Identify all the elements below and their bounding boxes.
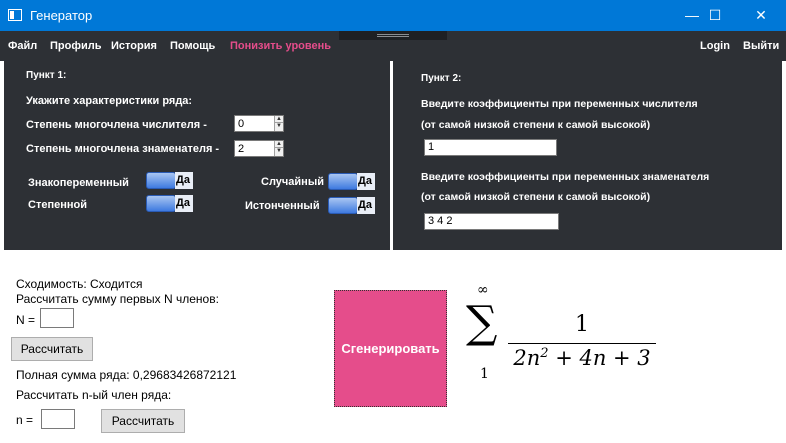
calculate-sum-button[interactable]: Рассчитать xyxy=(11,337,93,361)
section1-subheading: Укажите характеристики ряда: xyxy=(26,95,193,107)
title-bar: Генератор — ☐ ✕ xyxy=(0,0,786,31)
toggle-knob xyxy=(146,172,176,189)
maximize-button[interactable]: ☐ xyxy=(692,0,738,31)
numerator-coefficients-input[interactable]: 1 xyxy=(424,139,557,156)
menu-bar: Файл Профиль История Помощь Понизить уро… xyxy=(0,31,786,61)
drag-grip[interactable] xyxy=(339,31,447,40)
alternating-toggle-text: Да xyxy=(175,172,193,189)
power-toggle-text: Да xyxy=(175,195,193,212)
power-toggle[interactable]: Да xyxy=(146,195,193,212)
random-toggle-text: Да xyxy=(357,173,375,190)
alternating-toggle[interactable]: Да xyxy=(146,172,193,189)
stepper-down-icon[interactable]: ▼ xyxy=(275,148,283,155)
thinned-toggle[interactable]: Да xyxy=(328,197,375,214)
frame-right xyxy=(782,61,786,250)
section2-heading: Пункт 2: xyxy=(421,73,462,84)
toggle-knob xyxy=(146,195,176,212)
stepper-down-icon[interactable]: ▼ xyxy=(275,123,283,130)
menu-profile[interactable]: Профиль xyxy=(50,40,101,52)
stepper-up-icon[interactable]: ▲ xyxy=(275,116,283,123)
fraction-bar xyxy=(508,343,656,344)
convergence-status: Сходимость: Сходится xyxy=(16,277,143,291)
denominator-prompt: Введите коэффициенты при переменных знам… xyxy=(421,171,710,183)
nth-term-label: Рассчитать n-ый член ряда: xyxy=(16,388,172,402)
denominator-coefficients-input[interactable]: 3 4 2 xyxy=(424,213,559,230)
menu-lower-level[interactable]: Понизить уровень xyxy=(230,40,331,52)
den-exponent: 2 xyxy=(540,346,549,361)
full-sum: Полная сумма ряда: 0,29683426872121 xyxy=(16,368,237,382)
thinned-label: Истонченный xyxy=(245,200,320,212)
sum-first-n-label: Рассчитать сумму первых N членов: xyxy=(16,292,219,306)
stepper-up-icon[interactable]: ▲ xyxy=(275,141,283,148)
calculate-term-button[interactable]: Рассчитать xyxy=(101,409,185,433)
denominator-degree-stepper[interactable]: 2 ▲ ▼ xyxy=(234,140,284,157)
numerator-degree-label: Степень многочлена числителя - xyxy=(26,119,207,131)
toggle-knob xyxy=(328,173,358,190)
alternating-label: Знакопеременный xyxy=(28,177,129,189)
order-hint-1: (от самой низкой степени к самой высокой… xyxy=(421,119,651,131)
den-part1: 2n xyxy=(513,346,541,370)
close-button[interactable]: ✕ xyxy=(738,0,784,31)
menu-history[interactable]: История xyxy=(111,40,157,52)
den-part2: + 4n + 3 xyxy=(548,346,651,370)
numerator-prompt: Введите коэффициенты при переменных числ… xyxy=(421,98,698,110)
section1-heading: Пункт 1: xyxy=(26,70,67,81)
denominator-degree-value: 2 xyxy=(238,143,245,155)
menu-file[interactable]: Файл xyxy=(8,40,37,52)
menu-login[interactable]: Login xyxy=(700,40,730,52)
numerator-degree-stepper[interactable]: 0 ▲ ▼ xyxy=(234,115,284,132)
sigma-symbol: ∑ xyxy=(466,297,498,348)
menu-exit[interactable]: Выйти xyxy=(743,40,779,52)
thinned-toggle-text: Да xyxy=(357,197,375,214)
random-toggle[interactable]: Да xyxy=(328,173,375,190)
power-label: Степенной xyxy=(28,199,87,211)
menu-help[interactable]: Помощь xyxy=(170,40,215,52)
series-formula: ∞ ∑ 1 1 2n2 + 4n + 3 xyxy=(460,280,660,390)
section1-panel xyxy=(4,61,390,250)
n-lower-label: n = xyxy=(16,413,34,427)
formula-numerator: 1 xyxy=(575,312,589,337)
lower-limit: 1 xyxy=(480,366,489,382)
toggle-knob xyxy=(328,197,358,214)
numerator-degree-value: 0 xyxy=(238,118,245,130)
order-hint-2: (от самой низкой степени к самой высокой… xyxy=(421,191,651,203)
formula-denominator: 2n2 + 4n + 3 xyxy=(508,346,656,370)
app-icon xyxy=(8,9,22,21)
n-lower-input[interactable] xyxy=(41,409,75,429)
denominator-degree-label: Степень многочлена знаменателя - xyxy=(26,143,220,155)
n-upper-input[interactable] xyxy=(40,308,74,328)
random-label: Случайный xyxy=(261,176,324,188)
n-upper-label: N = xyxy=(16,313,36,327)
window-title: Генератор xyxy=(30,8,93,23)
upper-limit: ∞ xyxy=(477,282,489,298)
generate-button[interactable]: Сгенерировать xyxy=(334,290,447,407)
